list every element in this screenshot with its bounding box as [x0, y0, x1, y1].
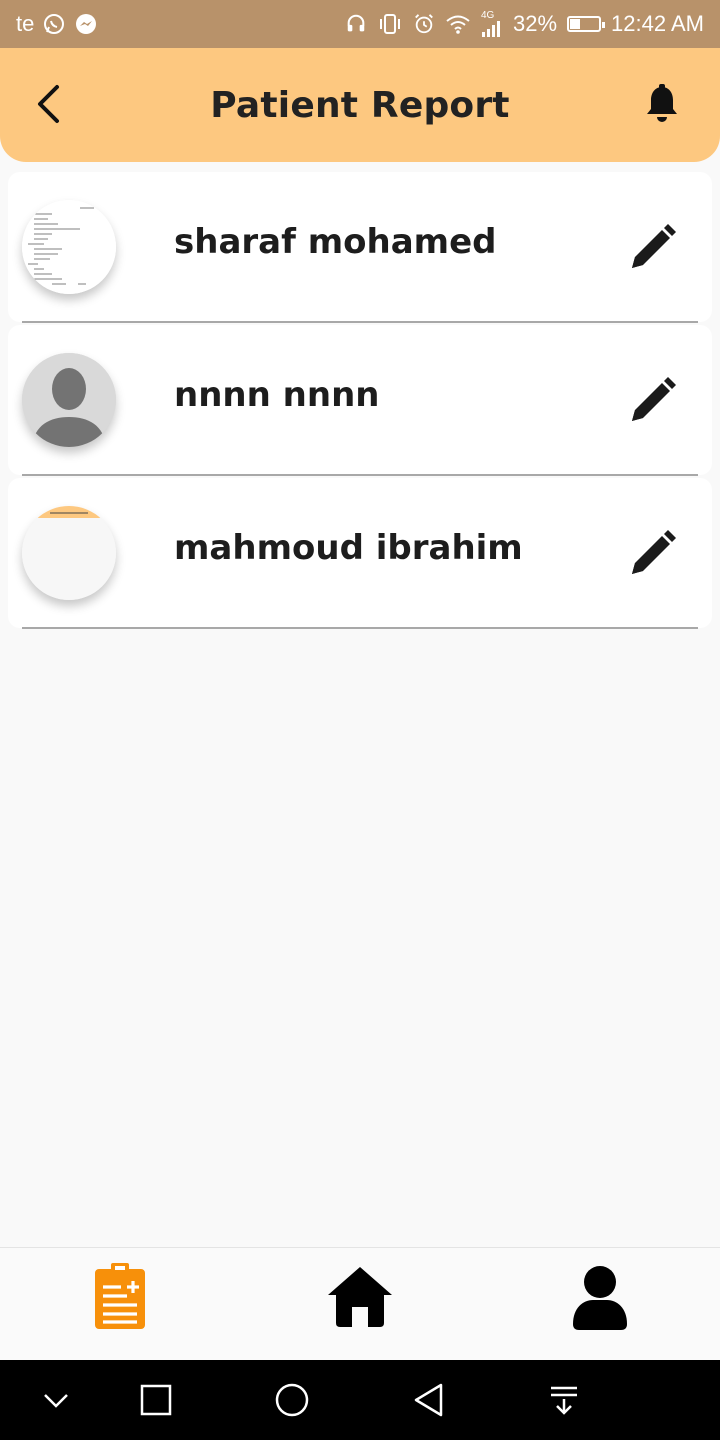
network-type-label: 4G: [481, 10, 495, 21]
wifi-icon: [445, 13, 471, 35]
edit-button[interactable]: [626, 375, 678, 427]
patient-card[interactable]: nnnn nnnn: [8, 325, 712, 476]
patient-avatar[interactable]: [22, 506, 116, 600]
divider: [22, 474, 698, 476]
page-title: Patient Report: [210, 84, 510, 126]
report-thumbnail-image: [22, 506, 116, 600]
bell-icon: [647, 84, 677, 122]
user-icon: [573, 1266, 627, 1330]
notification-pull-icon: [551, 1386, 577, 1415]
app-header: Patient Report: [0, 48, 720, 162]
triangle-back-icon: [414, 1383, 443, 1417]
hide-nav-button[interactable]: [34, 1378, 78, 1422]
alarm-icon: [413, 13, 435, 35]
patient-card[interactable]: mahmoud ibrahim: [8, 478, 712, 629]
bottom-nav: [0, 1247, 720, 1360]
nav-reports[interactable]: [85, 1262, 155, 1332]
battery-icon: [567, 16, 606, 32]
vibrate-icon: [377, 13, 403, 35]
recents-button[interactable]: [134, 1378, 178, 1422]
patient-name: mahmoud ibrahim: [174, 528, 523, 568]
divider: [22, 321, 698, 323]
status-left: te: [16, 11, 98, 37]
system-nav: [0, 1360, 720, 1440]
battery-fill: [570, 19, 580, 29]
carrier-text: te: [16, 11, 35, 36]
patient-avatar[interactable]: [22, 200, 116, 294]
person-silhouette-icon: [22, 353, 116, 447]
headset-icon: [345, 13, 367, 35]
chevron-down-icon: [44, 1394, 68, 1408]
pencil-icon: [632, 530, 676, 574]
status-bar: te 4G 32% 12:42 AM: [0, 0, 720, 48]
home-system-button[interactable]: [270, 1378, 314, 1422]
notifications-button[interactable]: [642, 82, 682, 126]
status-right: 4G 32% 12:42 AM: [345, 11, 704, 37]
clipboard-icon: [95, 1263, 145, 1329]
edit-button[interactable]: [626, 528, 678, 580]
back-button[interactable]: [30, 84, 66, 124]
circle-icon: [275, 1383, 309, 1417]
report-thumbnail-image: [22, 200, 116, 294]
whatsapp-icon: [42, 12, 66, 36]
back-system-button[interactable]: [406, 1378, 450, 1422]
chevron-left-icon: [38, 85, 59, 123]
patient-name: nnnn nnnn: [174, 375, 380, 415]
nav-profile[interactable]: [565, 1262, 635, 1332]
signal-icon: 4G: [481, 11, 503, 37]
pencil-icon: [632, 224, 676, 268]
patient-name: sharaf mohamed: [174, 222, 497, 262]
edit-button[interactable]: [626, 222, 678, 274]
patient-avatar[interactable]: [22, 353, 116, 447]
divider: [22, 627, 698, 629]
nav-home[interactable]: [325, 1262, 395, 1332]
messenger-icon: [74, 12, 98, 36]
pencil-icon: [632, 377, 676, 421]
clock: 12:42 AM: [611, 11, 704, 36]
square-icon: [140, 1384, 172, 1416]
notification-pull-button[interactable]: [542, 1378, 586, 1422]
patient-card[interactable]: sharaf mohamed: [8, 172, 712, 323]
patient-list: sharaf mohamed nnnn nnnn mahmoud ibrahim: [8, 172, 712, 631]
battery-percent: 32%: [513, 11, 558, 36]
home-icon: [328, 1267, 392, 1327]
